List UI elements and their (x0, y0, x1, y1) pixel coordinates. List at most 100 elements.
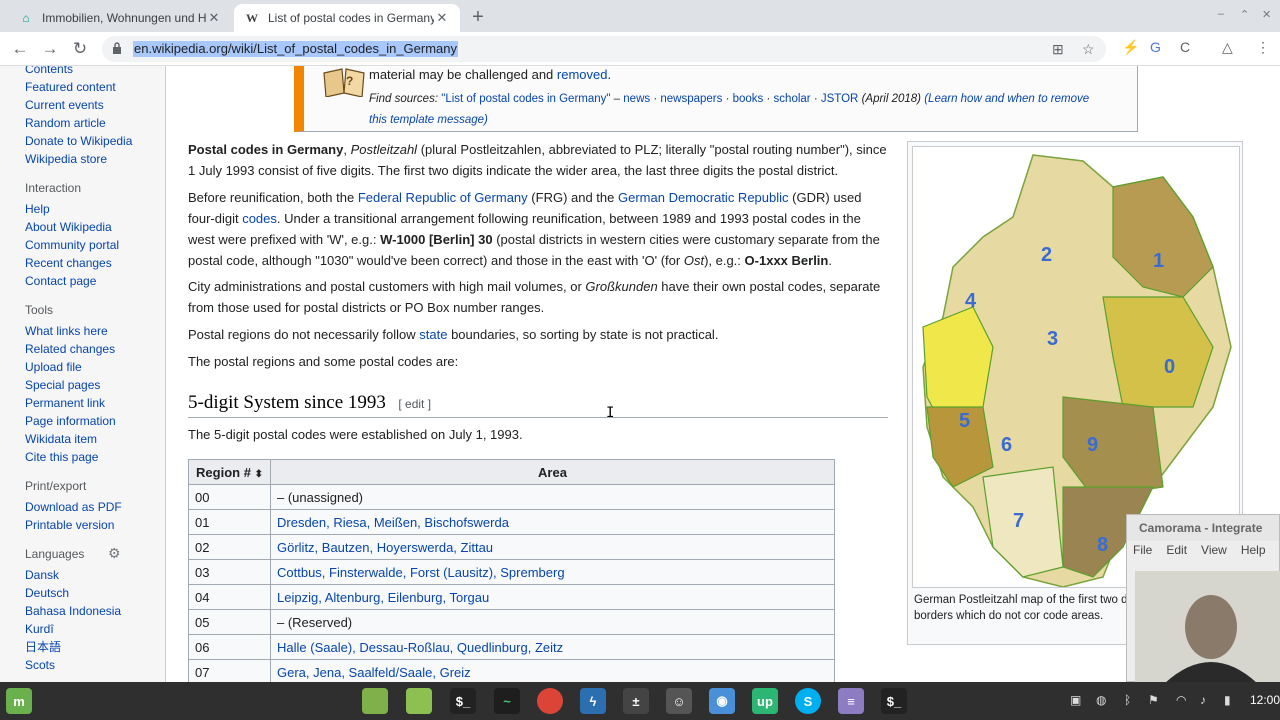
sidebar-item-wikidata[interactable]: Wikidata item (0, 430, 165, 448)
sidebar-item-what-links[interactable]: What links here (0, 322, 165, 340)
camera-icon[interactable]: ◉ (709, 688, 735, 714)
column-header-region[interactable]: Region # ⬍ (188, 459, 271, 485)
sidebar-lang-scots[interactable]: Scots (0, 656, 165, 674)
text-editor-icon[interactable]: ≡ (838, 688, 864, 714)
tab-title: List of postal codes in Germany (268, 11, 434, 25)
extension-c-icon[interactable]: C (1180, 39, 1190, 55)
back-icon[interactable]: ← (10, 39, 30, 59)
calculator-icon[interactable]: ± (623, 688, 649, 714)
close-icon[interactable]: ✕ (434, 10, 450, 26)
area-cell[interactable]: Dresden, Riesa, Meißen, Bischofswerda (270, 509, 835, 535)
terminal-icon[interactable]: $_ (881, 688, 907, 714)
chrome-icon[interactable] (537, 688, 563, 714)
system-monitor-icon[interactable]: ~ (494, 688, 520, 714)
gdr-link[interactable]: German Democratic Republic (618, 190, 789, 205)
sidebar-item-special[interactable]: Special pages (0, 376, 165, 394)
sidebar-item-donate[interactable]: Donate to Wikipedia (0, 132, 165, 150)
translate-icon[interactable]: ⊞ (1052, 41, 1064, 58)
sort-icon[interactable]: ⬍ (255, 469, 263, 480)
sidebar-item-current-events[interactable]: Current events (0, 96, 165, 114)
upwork-icon[interactable]: up (752, 688, 778, 714)
tab-immobilien[interactable]: ⌂ Immobilien, Wohnungen und Häuser ✕ (8, 4, 232, 32)
state-link[interactable]: state (419, 327, 447, 342)
removed-link[interactable]: removed (557, 67, 608, 82)
regions-intro: The postal regions and some postal codes… (188, 354, 459, 369)
jstor-link[interactable]: JSTOR (821, 93, 859, 105)
sidebar-lang-japanese[interactable]: 日本語 (0, 638, 165, 656)
wifi-icon[interactable]: ◠ (1176, 693, 1186, 707)
battery-icon[interactable]: ▮ (1224, 693, 1231, 707)
clock[interactable]: 12:00 (1250, 693, 1280, 707)
sidebar-lang-deutsch[interactable]: Deutsch (0, 584, 165, 602)
close-icon[interactable]: ✕ (206, 10, 222, 26)
extension-bolt-icon[interactable]: ⚡ (1122, 39, 1139, 56)
sidebar-item-page-info[interactable]: Page information (0, 412, 165, 430)
sidebar-item-help[interactable]: Help (0, 200, 165, 218)
area-cell[interactable]: Leipzig, Altenburg, Eilenburg, Torgau (270, 584, 835, 610)
scholar-link[interactable]: scholar (774, 93, 811, 105)
terminal-icon[interactable]: $_ (450, 688, 476, 714)
extension-translate-icon[interactable]: G (1150, 39, 1161, 55)
folder-icon[interactable] (406, 688, 432, 714)
frg-link[interactable]: Federal Republic of Germany (358, 190, 528, 205)
sidebar-item-recent-changes[interactable]: Recent changes (0, 254, 165, 272)
sidebar-item-printable[interactable]: Printable version (0, 516, 165, 534)
new-tab-button[interactable]: + (466, 6, 490, 29)
area-cell[interactable]: Görlitz, Bautzen, Hoyerswerda, Zittau (270, 534, 835, 560)
sidebar-lang-dansk[interactable]: Dansk (0, 566, 165, 584)
sidebar-item-upload[interactable]: Upload file (0, 358, 165, 376)
camorama-window[interactable]: Camorama - Integrate File Edit View Help (1126, 514, 1280, 683)
sidebar-item-featured[interactable]: Featured content (0, 78, 165, 96)
sidebar-lang-kurdi[interactable]: Kurdî (0, 620, 165, 638)
maximize-icon[interactable]: ⌃ (1240, 8, 1249, 21)
sidebar-item-contact[interactable]: Contact page (0, 272, 165, 290)
sidebar-item-pdf[interactable]: Download as PDF (0, 498, 165, 516)
sidebar-item-store[interactable]: Wikipedia store (0, 150, 165, 168)
menu-edit[interactable]: Edit (1166, 543, 1187, 563)
newspapers-link[interactable]: newspapers (660, 93, 722, 105)
news-link[interactable]: news (623, 93, 650, 105)
folder-icon[interactable] (362, 688, 388, 714)
p1-bold: Postal codes in Germany (188, 142, 344, 157)
forward-icon[interactable]: → (40, 39, 60, 59)
tab-wikipedia[interactable]: W List of postal codes in Germany ✕ (234, 4, 460, 32)
menu-file[interactable]: File (1133, 543, 1152, 563)
sidebar-item-about[interactable]: About Wikipedia (0, 218, 165, 236)
reload-icon[interactable]: ↻ (70, 39, 90, 59)
books-link[interactable]: books (733, 93, 764, 105)
volume-icon[interactable]: ♪ (1200, 693, 1206, 707)
close-window-icon[interactable]: ✕ (1262, 8, 1271, 21)
address-bar[interactable]: en.wikipedia.org/wiki/List_of_postal_cod… (102, 36, 1106, 62)
extension-a-icon[interactable]: △ (1222, 39, 1233, 56)
menu-view[interactable]: View (1201, 543, 1227, 563)
gear-icon[interactable]: ⚙ (108, 545, 121, 562)
sidebar-item-cite[interactable]: Cite this page (0, 448, 165, 466)
sidebar-item-random[interactable]: Random article (0, 114, 165, 132)
bookmark-star-icon[interactable]: ☆ (1082, 41, 1095, 58)
bluetooth-icon[interactable]: ᛒ (1124, 693, 1131, 707)
sidebar-item-contents[interactable]: Contents (0, 66, 165, 78)
skype-icon[interactable]: S (795, 688, 821, 714)
menu-logo-icon[interactable]: m (6, 688, 32, 714)
area-cell[interactable]: Cottbus, Finsterwalde, Forst (Lausitz), … (270, 559, 835, 585)
sidebar-item-permanent[interactable]: Permanent link (0, 394, 165, 412)
codes-link[interactable]: codes (242, 211, 277, 226)
book-icon: ? (323, 68, 365, 97)
find-sources-query-link[interactable]: "List of postal codes in Germany" (441, 93, 610, 105)
flag-icon[interactable]: ⚑ (1148, 693, 1159, 707)
menu-help[interactable]: Help (1241, 543, 1266, 563)
sidebar-lang-indonesia[interactable]: Bahasa Indonesia (0, 602, 165, 620)
update-tray-icon[interactable]: ◍ (1096, 693, 1106, 707)
section-edit-link[interactable]: [ edit ] (398, 397, 431, 411)
url-text[interactable]: en.wikipedia.org/wiki/List_of_postal_cod… (133, 41, 459, 57)
sidebar-item-related[interactable]: Related changes (0, 340, 165, 358)
zone-label: 7 (1013, 510, 1024, 532)
code-editor-icon[interactable]: ϟ (580, 688, 606, 714)
minimize-icon[interactable]: – (1218, 8, 1224, 20)
area-cell[interactable]: Halle (Saale), Dessau-Roßlau, Quedlinbur… (270, 634, 835, 660)
menu-icon[interactable]: ⋮ (1256, 39, 1270, 56)
sidebar-item-community[interactable]: Community portal (0, 236, 165, 254)
area-cell[interactable]: Gera, Jena, Saalfeld/Saale, Greiz (270, 659, 835, 682)
user-icon[interactable]: ☺ (666, 688, 692, 714)
camera-tray-icon[interactable]: ▣ (1070, 693, 1081, 707)
